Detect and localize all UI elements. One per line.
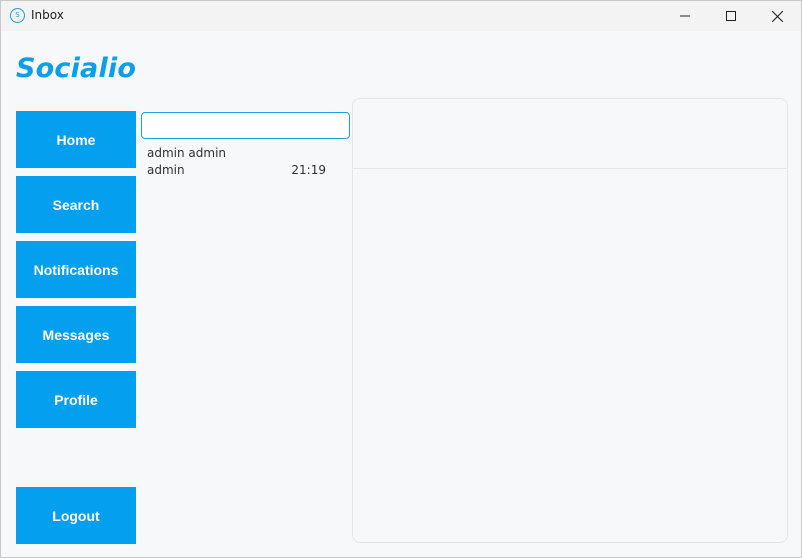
chat-header [353,99,787,169]
close-icon [771,10,783,22]
nav-profile-button[interactable]: Profile [16,371,136,428]
maximize-button[interactable] [708,1,754,31]
nav-notifications-button[interactable]: Notifications [16,241,136,298]
conversation-time: 21:19 [291,163,326,177]
conversation-list-item[interactable]: admin admin admin 21:19 [147,146,332,182]
conversation-last-message: admin [147,163,185,177]
close-button[interactable] [754,1,800,31]
nav-search-button[interactable]: Search [16,176,136,233]
conversation-name: admin admin [147,146,227,160]
maximize-icon [726,11,736,21]
app-logo-icon: S [10,8,25,23]
nav-messages-button[interactable]: Messages [16,306,136,363]
app-window: S Inbox Socialio Home Search Notificatio… [0,0,802,558]
window-title: Inbox [31,8,64,22]
chat-panel [352,98,788,543]
minimize-icon [680,15,690,17]
logout-button[interactable]: Logout [16,487,136,544]
conversation-search-input[interactable] [141,112,350,139]
nav-home-button[interactable]: Home [16,111,136,168]
app-brand-title: Socialio [16,53,137,84]
title-bar: S Inbox [1,1,801,31]
minimize-button[interactable] [662,1,708,31]
